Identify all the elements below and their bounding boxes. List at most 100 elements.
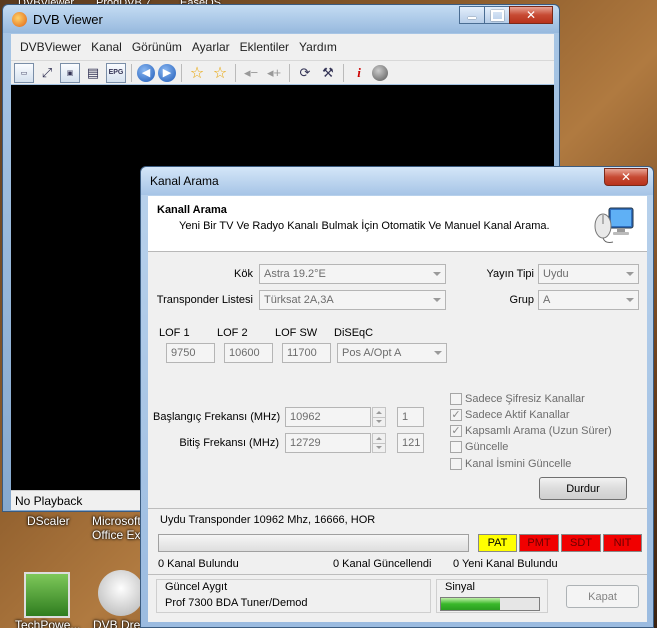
maximize-button[interactable] (484, 6, 510, 24)
diseqc-label: DiSEqC (334, 327, 374, 339)
separator (148, 508, 647, 509)
durdur-button[interactable]: Durdur (539, 477, 627, 500)
kok-label: Kök (234, 268, 253, 280)
yayin-tipi-combo[interactable]: Uydu (538, 264, 639, 284)
satellite-dish-icon[interactable] (98, 570, 144, 616)
kapat-button[interactable]: Kapat (566, 585, 639, 608)
close-button[interactable]: ✕ (509, 6, 553, 24)
dvb-title-bar[interactable]: DVB Viewer ✕ (3, 5, 559, 33)
checkbox-label: Sadece Aktif Kanallar (465, 409, 570, 421)
refresh-icon[interactable]: ⟳ (295, 63, 315, 83)
new-count: 0 Yeni Kanal Bulundu (453, 558, 558, 570)
close-icon: ✕ (525, 8, 537, 22)
lof2-input[interactable]: 10600 (224, 343, 273, 363)
start-freq-input[interactable]: 10962 (285, 407, 371, 427)
toolbar-separator (343, 63, 344, 82)
lof1-input[interactable]: 9750 (166, 343, 215, 363)
menu-dvbviewer[interactable]: DVBViewer (20, 40, 81, 54)
checkbox-sadece-sifresiz[interactable]: Sadece Şifresiz Kanallar (450, 391, 585, 407)
signal-fill (441, 598, 500, 610)
checkbox-label: Kapsamlı Arama (Uzun Sürer) (465, 425, 612, 437)
grup-combo[interactable]: A (538, 290, 639, 310)
checkbox-kapsamli-arama[interactable]: ✓ Kapsamlı Arama (Uzun Sürer) (450, 423, 612, 439)
checkbox-box[interactable] (450, 393, 462, 405)
menu-ayarlar[interactable]: Ayarlar (192, 40, 230, 54)
chevron-down-icon (626, 272, 634, 276)
transponder-combo[interactable]: Türksat 2A,3A (259, 290, 446, 310)
diseqc-combo[interactable]: Pos A/Opt A (337, 343, 447, 363)
teletext-icon[interactable]: ▤ (83, 63, 103, 83)
osd-icon[interactable]: ▣ (60, 62, 80, 83)
sdt-badge: SDT (561, 534, 601, 552)
checkmark-icon[interactable]: ✓ (450, 425, 462, 437)
desktop-label-techpowerup[interactable]: TechPowe... (15, 618, 80, 628)
chevron-down-icon (434, 351, 442, 355)
window-mode-icon[interactable]: ▭ (14, 62, 34, 83)
epg-icon[interactable]: EPG (106, 62, 126, 83)
transponder-value: Türksat 2A,3A (264, 294, 334, 306)
toolbar-separator (181, 63, 182, 82)
yayin-tipi-label: Yayın Tipi (486, 268, 535, 280)
minimize-button[interactable] (459, 6, 485, 24)
dvb-window-title: DVB Viewer (33, 12, 103, 27)
info-icon[interactable]: i (349, 63, 369, 83)
dvb-app-icon (12, 12, 27, 27)
volume-up-icon[interactable]: ◂+ (264, 63, 284, 83)
lofsw-label: LOF SW (275, 327, 318, 339)
back-icon[interactable]: ◀ (137, 63, 155, 82)
menu-yardim[interactable]: Yardım (299, 40, 337, 54)
checkbox-box[interactable] (450, 441, 462, 453)
start-freq-spinner[interactable] (372, 407, 386, 427)
menu-gorunum[interactable]: Görünüm (132, 40, 182, 54)
record-icon[interactable] (372, 64, 388, 81)
menu-kanal[interactable]: Kanal (91, 40, 122, 54)
chevron-down-icon (433, 272, 441, 276)
dialog-header: Kanall Arama Yeni Bir TV Ve Radyo Kanalı… (148, 196, 647, 252)
signal-meter (440, 597, 540, 611)
kanal-arama-dialog: Kanal Arama ✕ Kanall Arama Yeni Bir TV V… (140, 166, 654, 628)
grup-value: A (543, 294, 551, 306)
desktop-label-dscaler[interactable]: DScaler (27, 514, 70, 528)
lof2-label: LOF 2 (217, 327, 248, 339)
end-freq-spinner[interactable] (372, 433, 386, 453)
checkmark-icon[interactable]: ✓ (450, 409, 462, 421)
close-icon: ✕ (620, 170, 632, 184)
scan-progress-bar (158, 534, 469, 552)
device-group-label: Güncel Aygıt (165, 581, 228, 593)
dialog-title-bar[interactable]: Kanal Arama ✕ (141, 167, 653, 195)
lof1-label: LOF 1 (159, 327, 190, 339)
toolbar-separator (235, 63, 236, 82)
favorites-add-icon[interactable]: ☆ (210, 63, 230, 83)
favorites-icon[interactable]: ☆ (187, 63, 207, 83)
nit-badge: NIT (603, 534, 642, 552)
techpowerup-icon[interactable] (24, 572, 70, 618)
dvb-toolbar: ▭ ⤢ ▣ ▤ EPG ◀ ▶ ☆ ☆ ◂− ◂+ ⟳ ⚒ i (11, 60, 554, 84)
fullscreen-icon[interactable]: ⤢ (37, 63, 57, 83)
checkbox-label: Kanal İsmini Güncelle (465, 458, 572, 470)
checkbox-kanal-ismini[interactable]: Kanal İsmini Güncelle (450, 456, 571, 472)
checkbox-label: Sadece Şifresiz Kanallar (465, 393, 585, 405)
toolbar-separator (131, 63, 132, 82)
device-name: Prof 7300 BDA Tuner/Demod (165, 597, 308, 609)
diseqc-value: Pos A/Opt A (342, 347, 402, 359)
forward-icon[interactable]: ▶ (158, 63, 176, 82)
checkbox-sadece-aktif[interactable]: ✓ Sadece Aktif Kanallar (450, 407, 570, 423)
tools-icon[interactable]: ⚒ (318, 63, 338, 83)
chevron-down-icon (626, 298, 634, 302)
separator (148, 574, 647, 575)
yayin-tipi-value: Uydu (543, 268, 569, 280)
lofsw-input[interactable]: 11700 (282, 343, 331, 363)
checkbox-box[interactable] (450, 458, 462, 470)
end-freq-input[interactable]: 12729 (285, 433, 371, 453)
checkbox-guncelle[interactable]: Güncelle (450, 439, 508, 455)
menu-eklentiler[interactable]: Eklentiler (240, 40, 289, 54)
end-index-field: 121 (397, 433, 424, 453)
volume-down-icon[interactable]: ◂− (241, 63, 261, 83)
kok-value: Astra 19.2°E (264, 268, 326, 280)
updated-count: 0 Kanal Güncellendi (333, 558, 432, 570)
epg-icon-label: EPG (108, 69, 124, 76)
dialog-close-button[interactable]: ✕ (604, 168, 648, 186)
chevron-down-icon (433, 298, 441, 302)
dialog-title: Kanal Arama (150, 174, 219, 188)
kok-combo[interactable]: Astra 19.2°E (259, 264, 446, 284)
